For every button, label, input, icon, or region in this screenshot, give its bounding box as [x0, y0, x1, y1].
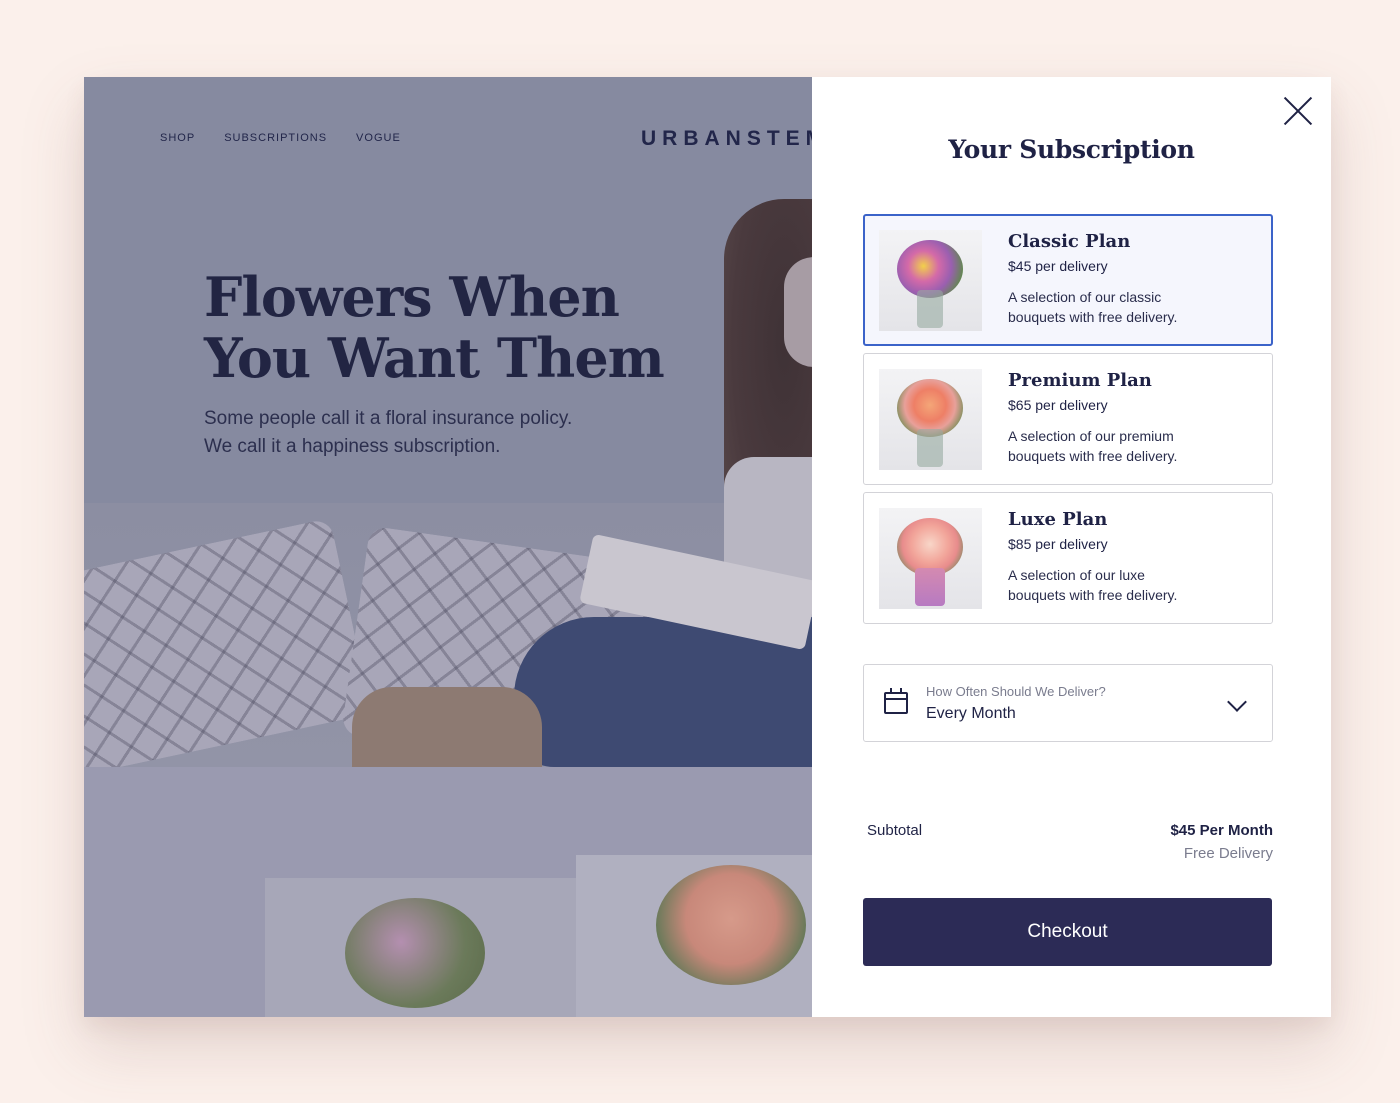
subscription-drawer: Your Subscription Classic Plan $45 per d… [812, 77, 1331, 1017]
plan-option-classic[interactable]: Classic Plan $45 per delivery A selectio… [863, 214, 1273, 346]
plan-name: Classic Plan [1008, 231, 1131, 252]
plan-option-premium[interactable]: Premium Plan $65 per delivery A selectio… [863, 353, 1273, 485]
plan-description-line: bouquets with free delivery. [1008, 309, 1178, 325]
subtotal-label: Subtotal [867, 822, 923, 839]
frequency-value: Every Month [926, 705, 1016, 722]
site-logo[interactable]: URBANSTEMS [641, 127, 812, 151]
plan-image [879, 230, 982, 331]
plan-description-line: bouquets with free delivery. [1008, 587, 1178, 603]
nav-subscriptions[interactable]: SUBSCRIPTIONS [224, 132, 327, 144]
woman-face-image [784, 257, 812, 367]
subtotal-note: Free Delivery [1183, 845, 1273, 862]
plan-price: $65 per delivery [1008, 397, 1108, 413]
calendar-icon [884, 688, 908, 714]
nav-vogue[interactable]: VOGUE [356, 132, 401, 144]
product-card-image[interactable] [265, 878, 577, 1017]
plan-price: $85 per delivery [1008, 536, 1108, 552]
plan-image [879, 369, 982, 470]
plan-price: $45 per delivery [1008, 258, 1108, 274]
plan-option-luxe[interactable]: Luxe Plan $85 per delivery A selection o… [863, 492, 1273, 624]
frequency-label: How Often Should We Deliver? [926, 684, 1106, 699]
plan-description-line: bouquets with free delivery. [1008, 448, 1178, 464]
plan-description-line: A selection of our classic [1008, 289, 1162, 305]
plan-description: A selection of our luxe bouquets with fr… [1008, 565, 1208, 605]
delivery-frequency-select[interactable]: How Often Should We Deliver? Every Month [863, 664, 1273, 742]
plan-list: Classic Plan $45 per delivery A selectio… [863, 214, 1273, 631]
plan-name: Luxe Plan [1008, 509, 1108, 530]
hero-title-line: You Want Them [204, 326, 665, 390]
hero-subtitle-line: Some people call it a floral insurance p… [204, 408, 573, 429]
plan-description: A selection of our premium bouquets with… [1008, 426, 1208, 466]
bouquet-image [656, 865, 806, 985]
subtotal-value: $45 Per Month [1170, 822, 1273, 839]
checkout-button[interactable]: Checkout [863, 898, 1272, 966]
plan-name: Premium Plan [1008, 370, 1152, 391]
chevron-down-icon [1227, 692, 1247, 712]
product-card-image[interactable] [576, 855, 812, 1017]
hero-subtitle: Some people call it a floral insurance p… [204, 405, 624, 461]
close-icon[interactable] [1282, 95, 1314, 127]
site-nav: SHOP SUBSCRIPTIONS VOGUE [160, 132, 401, 144]
plan-description-line: A selection of our luxe [1008, 567, 1145, 583]
vase-image [917, 429, 943, 467]
nav-shop[interactable]: SHOP [160, 132, 195, 144]
boot-image [352, 687, 542, 767]
product-section [84, 767, 812, 1017]
app-window: SHOP SUBSCRIPTIONS VOGUE URBANSTEMS Flow… [84, 77, 1331, 1017]
plan-description: A selection of our classic bouquets with… [1008, 287, 1208, 327]
drawer-title: Your Subscription [948, 135, 1195, 164]
hero-title-line: Flowers When [204, 265, 620, 329]
vase-image [915, 568, 945, 606]
hero-subtitle-line: We call it a happiness subscription. [204, 436, 501, 457]
hero-title: Flowers When You Want Them [204, 267, 684, 389]
plan-image [879, 508, 982, 609]
vase-image [917, 290, 943, 328]
plan-description-line: A selection of our premium [1008, 428, 1174, 444]
background-site: SHOP SUBSCRIPTIONS VOGUE URBANSTEMS Flow… [84, 77, 812, 1017]
bouquet-image [345, 898, 485, 1008]
